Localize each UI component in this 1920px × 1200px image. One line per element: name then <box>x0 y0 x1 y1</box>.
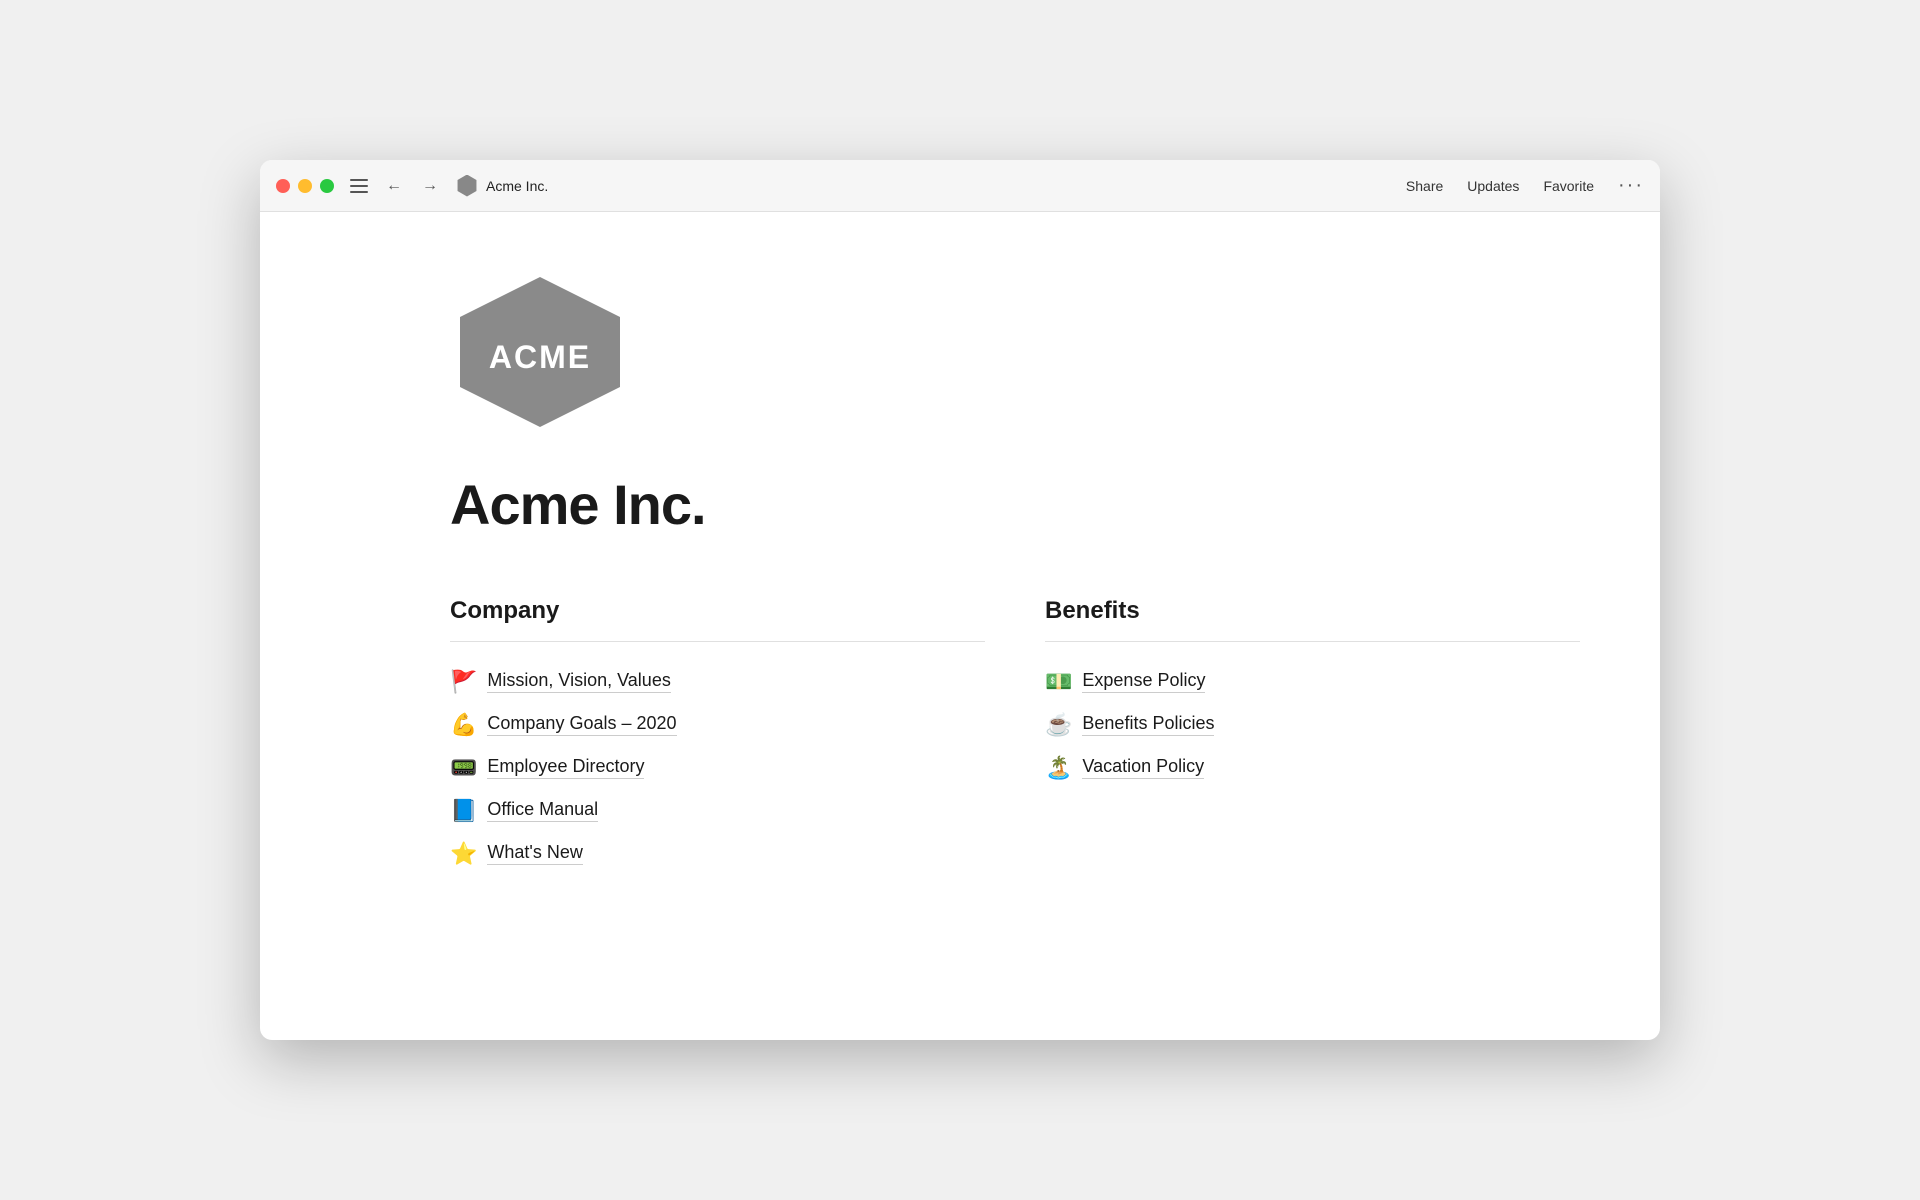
menu-icon[interactable] <box>350 179 368 193</box>
traffic-lights <box>276 179 334 193</box>
company-section-heading: Company <box>450 597 985 625</box>
list-item-link[interactable]: What's New <box>487 842 582 865</box>
list-item: ☕ Benefits Policies <box>1045 705 1580 744</box>
acme-hexagon-logo: ACME <box>450 272 630 432</box>
acme-logo-wrapper: ACME <box>450 272 1580 432</box>
benefits-divider <box>1045 641 1580 642</box>
benefits-section: Benefits 💵 Expense Policy ☕ Benefits Pol… <box>1045 597 1580 873</box>
maximize-button[interactable] <box>320 179 334 193</box>
company-section: Company 🚩 Mission, Vision, Values 💪 Comp… <box>450 597 985 873</box>
company-list: 🚩 Mission, Vision, Values 💪 Company Goal… <box>450 662 985 873</box>
list-item-emoji: 💪 <box>450 714 477 736</box>
list-item: 📘 Office Manual <box>450 791 985 830</box>
back-button[interactable]: ← <box>380 173 408 199</box>
forward-button[interactable]: → <box>416 173 444 199</box>
page-content: ACME Acme Inc. Company 🚩 Mission, Vision… <box>260 212 1660 1040</box>
more-options-button[interactable]: ··· <box>1618 174 1644 197</box>
list-item: ⭐ What's New <box>450 834 985 873</box>
minimize-button[interactable] <box>298 179 312 193</box>
list-item: 💪 Company Goals – 2020 <box>450 705 985 744</box>
list-item: 📟 Employee Directory <box>450 748 985 787</box>
close-button[interactable] <box>276 179 290 193</box>
title-info: Acme Inc. <box>456 175 548 197</box>
favorite-button[interactable]: Favorite <box>1543 178 1594 194</box>
list-item-emoji: 💵 <box>1045 671 1072 693</box>
list-item-emoji: 📘 <box>450 800 477 822</box>
list-item-emoji: 📟 <box>450 757 477 779</box>
list-item-link[interactable]: Expense Policy <box>1082 670 1205 693</box>
list-item-emoji: 🚩 <box>450 671 477 693</box>
nav-buttons: ← → <box>380 173 444 199</box>
company-divider <box>450 641 985 642</box>
app-window: ← → Acme Inc. Share Updates Favorite ···… <box>260 160 1660 1040</box>
benefits-section-heading: Benefits <box>1045 597 1580 625</box>
list-item: 💵 Expense Policy <box>1045 662 1580 701</box>
svg-text:ACME: ACME <box>489 339 591 375</box>
title-bar: ← → Acme Inc. Share Updates Favorite ··· <box>260 160 1660 212</box>
title-bar-actions: Share Updates Favorite ··· <box>1406 174 1644 197</box>
share-button[interactable]: Share <box>1406 178 1443 194</box>
list-item-link[interactable]: Company Goals – 2020 <box>487 713 676 736</box>
updates-button[interactable]: Updates <box>1467 178 1519 194</box>
list-item-emoji: ☕ <box>1045 714 1072 736</box>
page-title: Acme Inc. <box>450 472 1580 537</box>
list-item-link[interactable]: Employee Directory <box>487 756 644 779</box>
benefits-list: 💵 Expense Policy ☕ Benefits Policies 🏝️ … <box>1045 662 1580 787</box>
list-item: 🏝️ Vacation Policy <box>1045 748 1580 787</box>
window-title: Acme Inc. <box>486 178 548 194</box>
list-item-link[interactable]: Mission, Vision, Values <box>487 670 670 693</box>
acme-logo-small <box>456 175 478 197</box>
list-item: 🚩 Mission, Vision, Values <box>450 662 985 701</box>
list-item-emoji: ⭐ <box>450 843 477 865</box>
sections-grid: Company 🚩 Mission, Vision, Values 💪 Comp… <box>450 597 1580 873</box>
list-item-link[interactable]: Office Manual <box>487 799 598 822</box>
list-item-link[interactable]: Benefits Policies <box>1082 713 1214 736</box>
list-item-link[interactable]: Vacation Policy <box>1082 756 1204 779</box>
list-item-emoji: 🏝️ <box>1045 757 1072 779</box>
